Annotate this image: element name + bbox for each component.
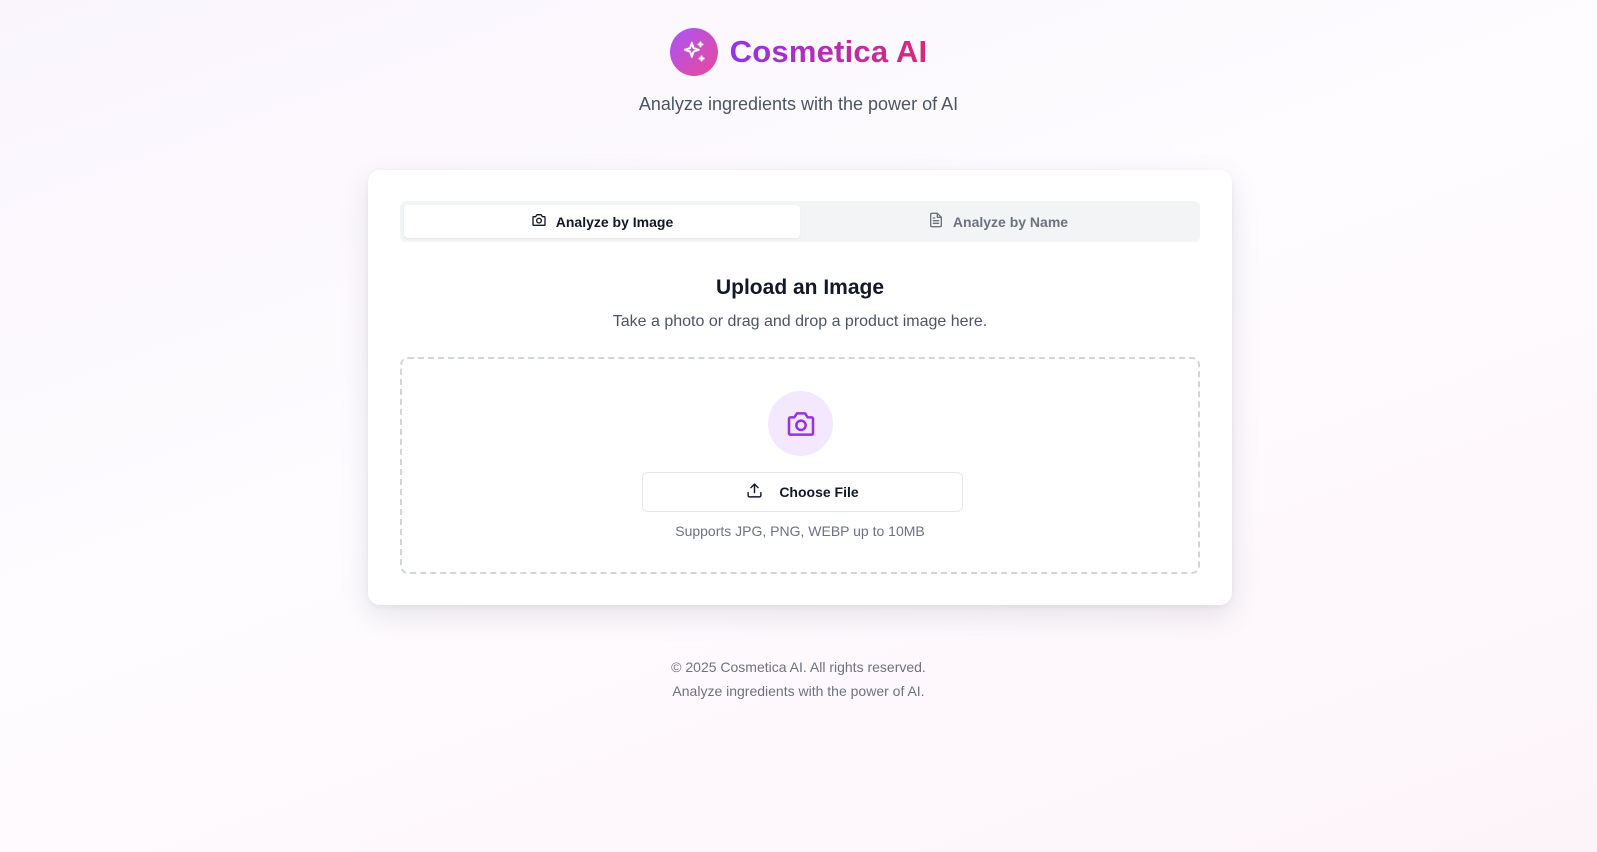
tab-analyze-by-image[interactable]: Analyze by Image xyxy=(404,205,800,238)
tab-label: Analyze by Image xyxy=(555,213,674,230)
analyze-card: Analyze by Image Analyze by Name Upload … xyxy=(368,170,1232,605)
header-tagline: Analyze ingredients with the power of AI xyxy=(638,94,959,114)
file-text-icon xyxy=(928,212,944,231)
upload-subtitle: Take a photo or drag and drop a product … xyxy=(612,313,988,330)
brand-title: Cosmetica AI xyxy=(729,34,928,69)
tab-list: Analyze by Image Analyze by Name xyxy=(400,201,1200,242)
footer: © 2025 Cosmetica AI. All rights reserved… xyxy=(0,655,1597,703)
supported-formats-text: Supports JPG, PNG, WEBP up to 10MB xyxy=(675,523,925,539)
choose-file-label: Choose File xyxy=(779,484,859,500)
brand: Cosmetica AI xyxy=(0,28,1597,76)
upload-title: Upload an Image xyxy=(715,276,885,299)
footer-copyright: © 2025 Cosmetica AI. All rights reserved… xyxy=(671,659,926,675)
camera-icon xyxy=(531,212,547,231)
camera-icon xyxy=(768,391,833,456)
tab-analyze-by-name[interactable]: Analyze by Name xyxy=(800,205,1196,238)
choose-file-button[interactable]: Choose File xyxy=(642,472,963,512)
tab-label: Analyze by Name xyxy=(952,213,1069,230)
footer-tagline: Analyze ingredients with the power of AI… xyxy=(672,683,925,699)
image-dropzone[interactable]: Choose File Supports JPG, PNG, WEBP up t… xyxy=(400,357,1200,574)
upload-icon xyxy=(746,482,763,502)
app-header: Cosmetica AI Analyze ingredients with th… xyxy=(0,28,1597,115)
sparkles-icon xyxy=(669,28,718,76)
